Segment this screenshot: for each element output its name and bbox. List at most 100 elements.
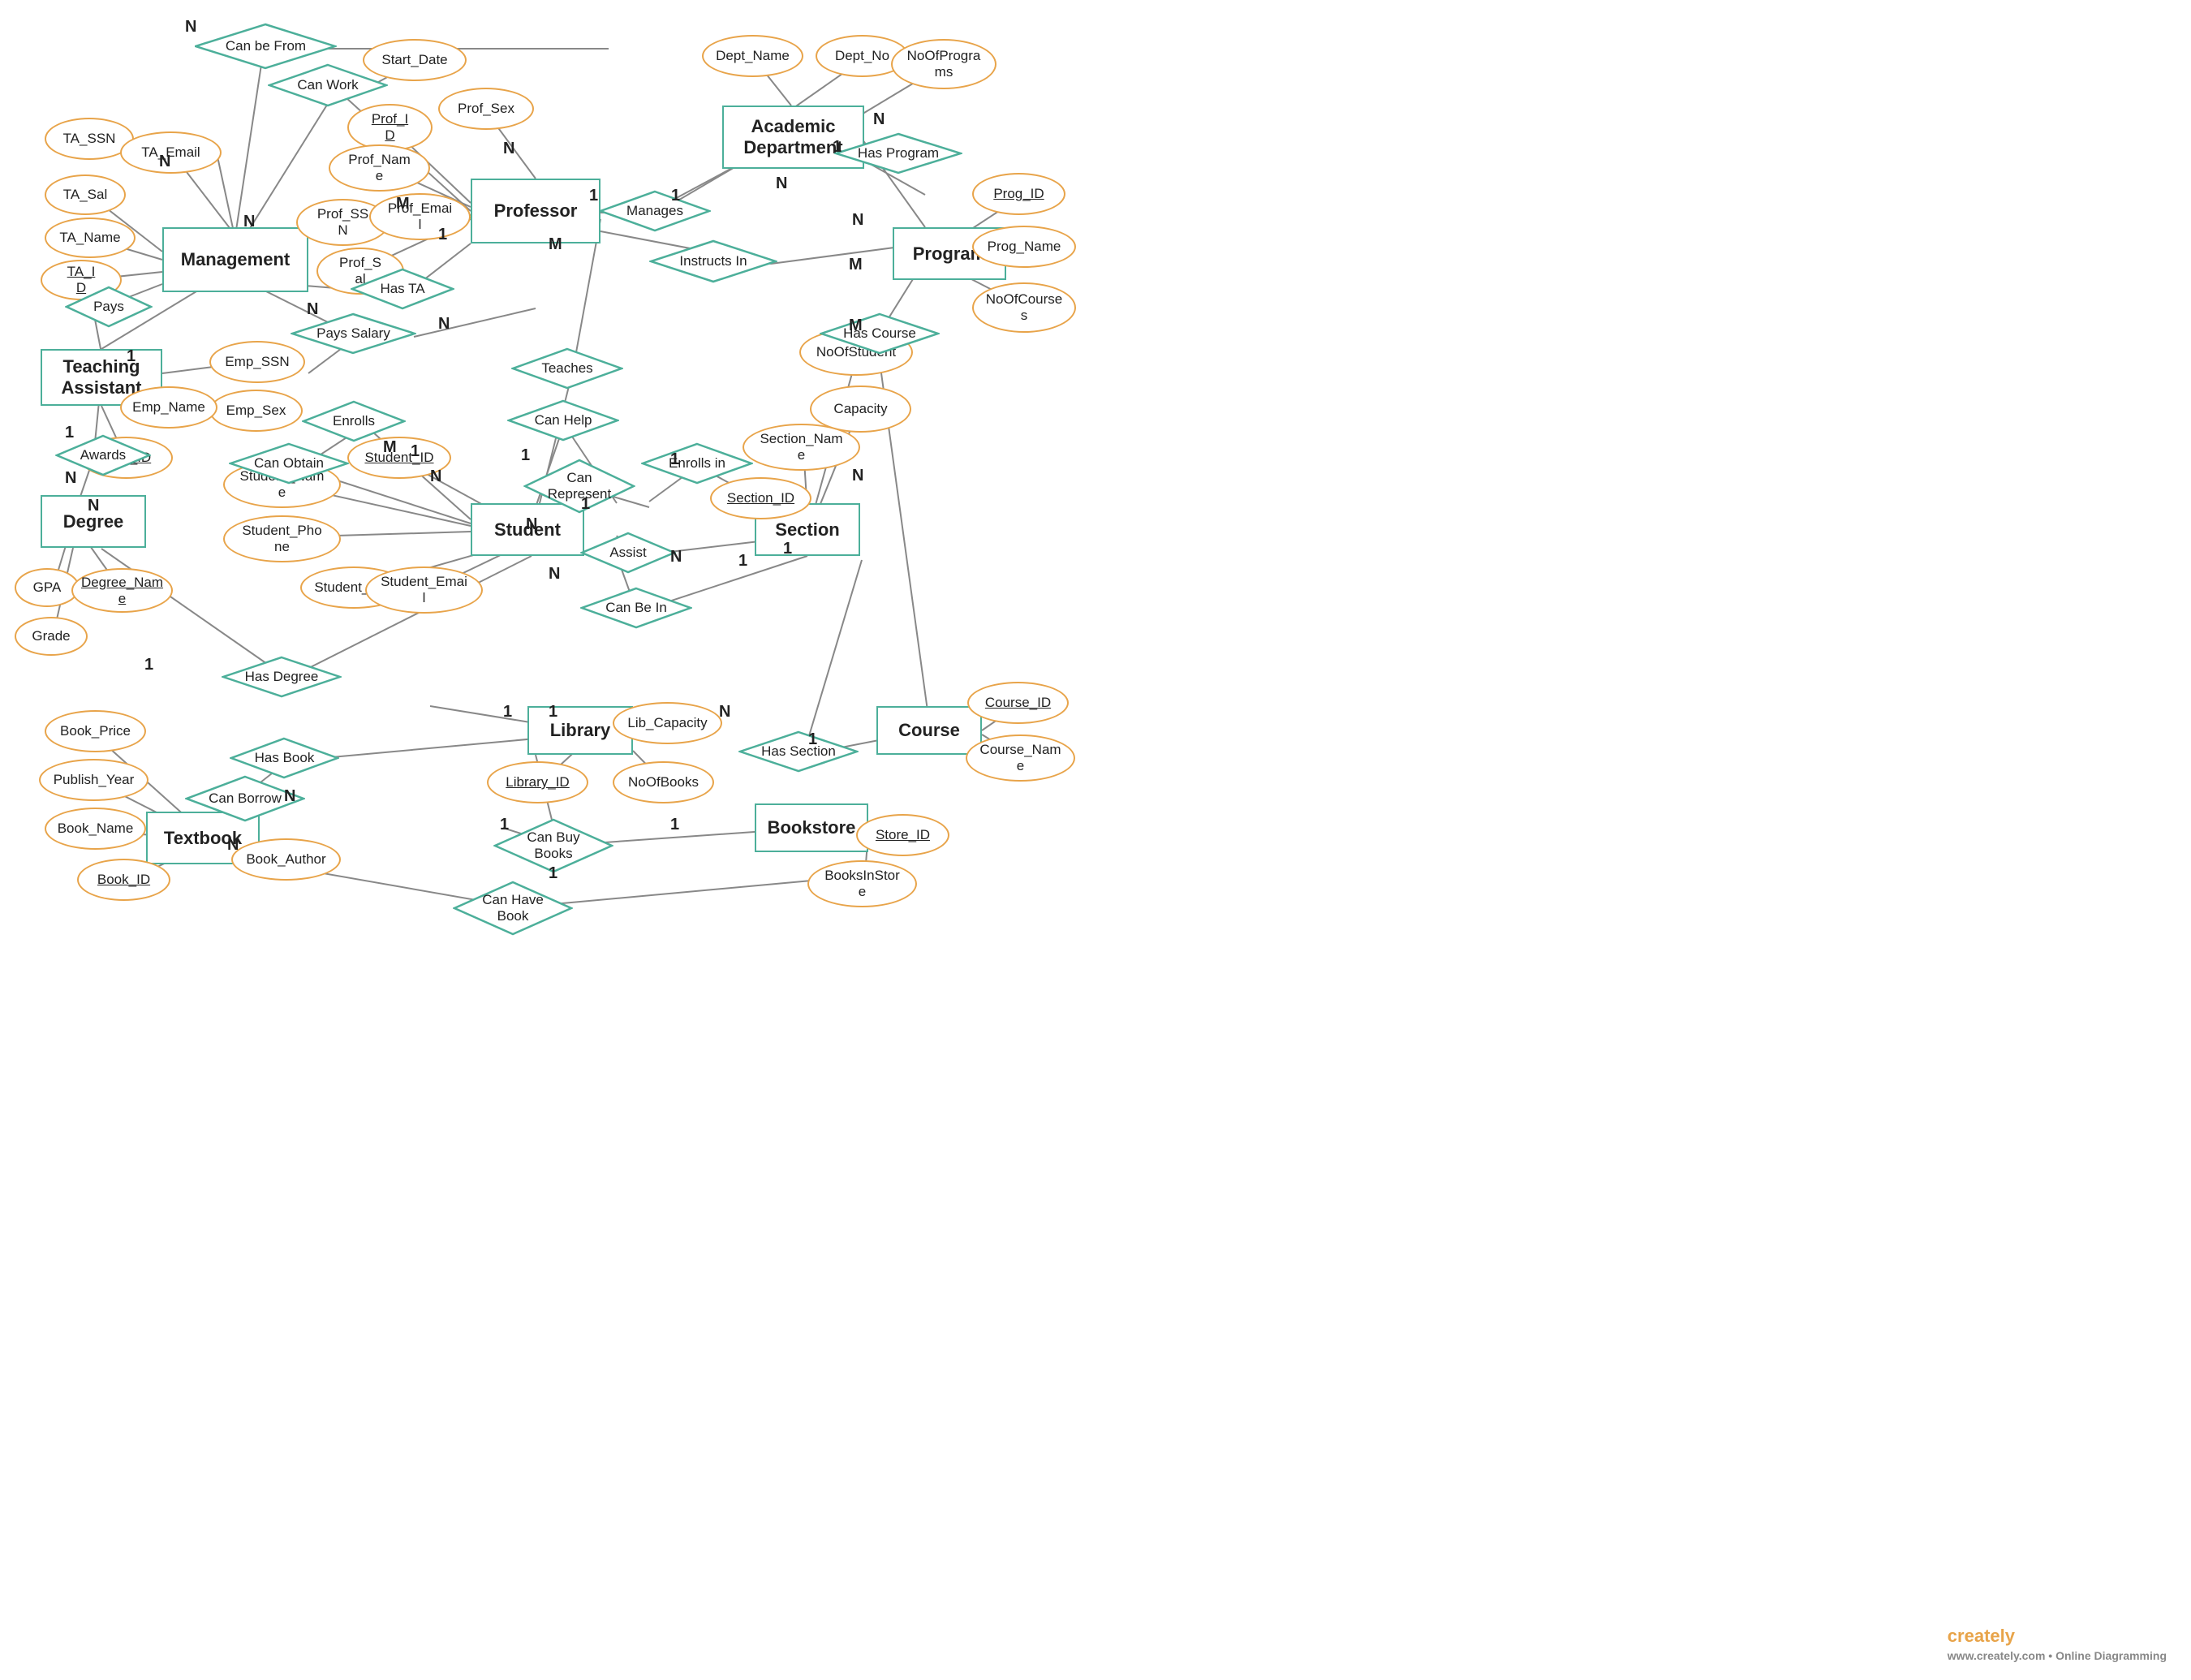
mult-1-buybooks-lib: 1	[500, 816, 509, 834]
mult-1-hassect-course: 1	[808, 730, 817, 749]
attr-prof-id: Prof_ID	[347, 104, 433, 151]
rel-teaches: Teaches	[511, 347, 623, 390]
mult-n-dept: N	[873, 110, 885, 129]
mult-1-hasdeg: 1	[144, 656, 153, 674]
mult-m-hascourse-prog: M	[849, 317, 863, 335]
attr-booksinstore: BooksInStore	[807, 860, 917, 907]
attr-ta-sal: TA_Sal	[45, 174, 126, 215]
mult-1-mgmt-pays: 1	[127, 347, 136, 366]
mult-1-canrep: 1	[521, 446, 530, 465]
attr-ta-name: TA_Name	[45, 218, 136, 258]
watermark: creately www.creately.com • Online Diagr…	[1948, 1626, 2167, 1664]
mult-1-canbein: 1	[738, 552, 747, 571]
mult-1-hasta: 1	[438, 226, 447, 244]
attr-library-id: Library_ID	[487, 761, 588, 803]
rel-has-ta: Has TA	[351, 268, 454, 310]
mult-n-hascourse: N	[852, 467, 863, 485]
attr-noofcourses: NoOfCourses	[972, 282, 1076, 333]
rel-manages: Manages	[599, 190, 711, 232]
mult-n-prog-l: N	[852, 211, 863, 230]
mult-1-assist: 1	[581, 495, 590, 514]
mult-n-program: N	[776, 174, 787, 193]
mult-n-canrep: N	[526, 515, 537, 534]
mult-1-hasprog: 1	[833, 138, 842, 157]
mult-n-paysal-ta: N	[307, 300, 318, 319]
entity-bookstore: Bookstore	[755, 803, 868, 852]
attr-prof-name: Prof_Name	[329, 144, 430, 192]
mult-m-instructs: M	[549, 235, 562, 254]
rel-has-course: Has Course	[820, 312, 940, 355]
attr-student-phone: Student_Phone	[223, 515, 341, 562]
mult-1-mgmt-awards: 1	[65, 424, 74, 442]
rel-can-work: Can Work	[268, 63, 388, 107]
mult-1-manages-r: 1	[671, 187, 680, 205]
mult-n-paysal-student: N	[438, 315, 450, 334]
attr-book-id: Book_ID	[77, 859, 170, 901]
rel-has-book: Has Book	[230, 737, 339, 779]
rel-can-help: Can Help	[507, 399, 619, 442]
attr-gpa: GPA	[15, 568, 80, 607]
attr-course-id: Course_ID	[967, 682, 1069, 724]
rel-has-program: Has Program	[834, 132, 962, 174]
mult-1-lib-r: 1	[549, 703, 557, 722]
er-diagram: Management Teaching Assistant Degree Pro…	[0, 0, 2191, 1680]
rel-has-section: Has Section	[738, 730, 859, 773]
entity-professor: Professor	[471, 179, 600, 243]
attr-store-id: Store_ID	[856, 814, 949, 856]
rel-can-obtain: Can Obtain	[229, 442, 349, 485]
attr-grade: Grade	[15, 617, 88, 656]
attr-prof-email: Prof_Email	[369, 193, 471, 240]
attr-publish-year: Publish_Year	[39, 759, 149, 801]
rel-can-be-in: Can Be In	[580, 587, 692, 629]
rel-has-degree: Has Degree	[222, 656, 342, 698]
mult-n-hasbook: N	[227, 836, 239, 855]
attr-course-name: Course_Name	[966, 734, 1075, 782]
rel-assist: Assist	[580, 532, 676, 574]
attr-dept-name: Dept_Name	[702, 35, 803, 77]
rel-pays: Pays	[65, 286, 153, 328]
attr-noofprograms: NoOfPrograms	[891, 39, 996, 89]
entity-course: Course	[876, 706, 982, 755]
attr-prof-sex: Prof_Sex	[438, 88, 534, 130]
mult-n-1: N	[185, 18, 196, 37]
mult-m-program-r: M	[849, 256, 863, 274]
mult-n-canb-l: N	[549, 565, 560, 584]
mult-1-lib-l: 1	[503, 703, 512, 722]
mult-n-awards-degree: N	[65, 469, 76, 488]
mult-n-3: N	[243, 213, 255, 231]
attr-capacity: Capacity	[810, 386, 911, 433]
attr-ta-email: TA_Email	[120, 131, 222, 174]
mult-n-enroll: N	[430, 467, 441, 486]
rel-enrolls-in: Enrolls in	[641, 442, 753, 485]
mult-1-buybooks-store: 1	[670, 816, 679, 834]
mult-n-canborrow: N	[284, 787, 295, 806]
attr-degree-name: Degree_Name	[71, 568, 173, 613]
rel-enrolls: Enrolls	[302, 400, 406, 442]
attr-noofbooks: NoOfBooks	[613, 761, 714, 803]
mult-1-sec-course: 1	[783, 540, 792, 558]
mult-n-instruct: N	[503, 140, 514, 158]
mult-n-canbefrm: N	[88, 497, 99, 515]
mult-1-manages-l: 1	[589, 187, 598, 205]
mult-1-enrollsin: 1	[670, 450, 679, 469]
attr-prog-id: Prog_ID	[972, 173, 1065, 215]
attr-book-price: Book_Price	[45, 710, 146, 752]
mult-1-havebook: 1	[549, 864, 557, 883]
rel-can-represent: CanRepresent	[523, 459, 635, 514]
mult-m-prof: M	[396, 195, 410, 213]
connections-layer	[0, 0, 2191, 1680]
attr-emp-sex: Emp_Sex	[209, 390, 303, 432]
attr-lib-capacity: Lib_Capacity	[613, 702, 722, 744]
rel-can-have-book: Can HaveBook	[453, 881, 573, 936]
mult-n-hassect: N	[719, 703, 730, 722]
mult-n-enrollsin: N	[670, 548, 682, 566]
attr-student-email: Student_Email	[365, 566, 483, 614]
attr-book-name: Book_Name	[45, 808, 146, 850]
mult-n-2: N	[159, 153, 170, 171]
rel-instructs-in: Instructs In	[649, 239, 777, 283]
mult-1-enroll: 1	[411, 442, 420, 461]
attr-book-author: Book_Author	[231, 838, 341, 881]
entity-teaching-assistant: Management	[162, 227, 308, 292]
attr-emp-name: Emp_Name	[120, 386, 217, 429]
attr-prog-name: Prog_Name	[972, 226, 1076, 268]
